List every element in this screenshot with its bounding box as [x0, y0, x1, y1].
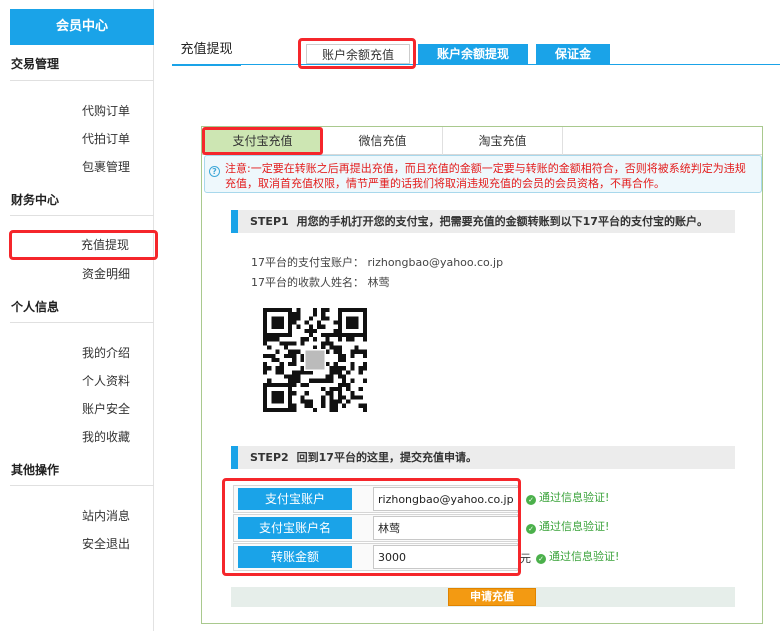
step2-text: 回到17平台的这里，提交充值申请。 — [296, 451, 477, 464]
sidebar-item-packages[interactable]: 包裹管理 — [10, 157, 154, 177]
notice-box: ? 注意:一定要在转账之后再提出充值，而且充值的金额一定要与转账的金额相符合，否… — [204, 155, 762, 193]
sidebar-item-recharge[interactable]: 充值提现 — [9, 230, 158, 260]
sidebar-item-logout[interactable]: 安全退出 — [10, 534, 154, 554]
validation-text: 通过信息验证! — [549, 550, 620, 563]
step2-bar: STEP2 回到17平台的这里，提交充值申请。 — [231, 446, 735, 469]
tab-taobao[interactable]: 淘宝充值 — [443, 127, 563, 155]
highlight-box — [298, 38, 416, 69]
tab-balance-withdraw[interactable]: 账户余额提现 — [418, 44, 528, 64]
notice-text: 注意:一定要在转账之后再提出充值，而且充值的金额一定要与转账的金额相符合，否则将… — [225, 162, 746, 190]
divider — [10, 485, 154, 486]
step1-bar: STEP1 用您的手机打开您的支付宝，把需要充值的金额转账到以下17平台的支付宝的… — [231, 210, 735, 233]
divider — [10, 322, 154, 323]
sidebar-item-auction-orders[interactable]: 代拍订单 — [10, 129, 154, 149]
step1-text: 用您的手机打开您的支付宝，把需要充值的金额转账到以下17平台的支付宝的账户。 — [296, 215, 708, 228]
validation-ok: ✓ 通过信息验证! — [536, 550, 619, 564]
section-title-trade: 交易管理 — [11, 57, 60, 71]
section-title-finance: 财务中心 — [11, 193, 60, 207]
check-icon: ✓ — [526, 524, 536, 534]
sidebar: 会员中心 交易管理 代购订单 代拍订单 包裹管理 财务中心 充值提现 资金明细 … — [0, 0, 158, 631]
sidebar-item-fund-details[interactable]: 资金明细 — [10, 264, 154, 284]
top-divider — [172, 64, 780, 65]
step2-number: STEP2 — [250, 451, 289, 464]
validation-ok: ✓ 通过信息验证! — [526, 520, 609, 534]
platform-account: 17平台的支付宝账户： rizhongbao@yahoo.co.jp — [251, 256, 504, 269]
validation-ok: ✓ 通过信息验证! — [526, 491, 609, 505]
tab-deposit[interactable]: 保证金 — [536, 44, 610, 64]
sidebar-item-proxy-orders[interactable]: 代购订单 — [10, 101, 154, 121]
step1-number: STEP1 — [250, 215, 289, 228]
help-icon: ? — [209, 166, 220, 177]
sidebar-item-security[interactable]: 账户安全 — [10, 399, 154, 419]
validation-text: 通过信息验证! — [539, 520, 610, 533]
sidebar-title: 会员中心 — [10, 9, 154, 45]
check-icon: ✓ — [536, 554, 546, 564]
sidebar-item-profile[interactable]: 个人资料 — [10, 371, 154, 391]
tab-alipay[interactable]: 支付宝充值 — [202, 127, 323, 155]
section-title-other: 其他操作 — [11, 463, 60, 477]
platform-payee-name: 17平台的收款人姓名： 林莺 — [251, 276, 390, 289]
page-title: 充值提现 — [172, 40, 241, 66]
validation-text: 通过信息验证! — [539, 491, 610, 504]
sidebar-item-messages[interactable]: 站内消息 — [10, 506, 154, 526]
inner-tabs: 支付宝充值 微信充值 淘宝充值 — [202, 127, 762, 155]
sidebar-item-favorites[interactable]: 我的收藏 — [10, 427, 154, 447]
sidebar-item-intro[interactable]: 我的介绍 — [10, 343, 154, 363]
submit-recharge-button[interactable]: 申请充值 — [448, 588, 536, 606]
highlight-box — [222, 478, 521, 576]
currency-unit: 元 — [520, 552, 531, 565]
tab-wechat[interactable]: 微信充值 — [323, 127, 443, 155]
qr-code-icon — [263, 308, 367, 412]
divider — [10, 80, 154, 81]
section-title-personal: 个人信息 — [11, 300, 60, 314]
check-icon: ✓ — [526, 495, 536, 505]
divider — [10, 215, 154, 216]
